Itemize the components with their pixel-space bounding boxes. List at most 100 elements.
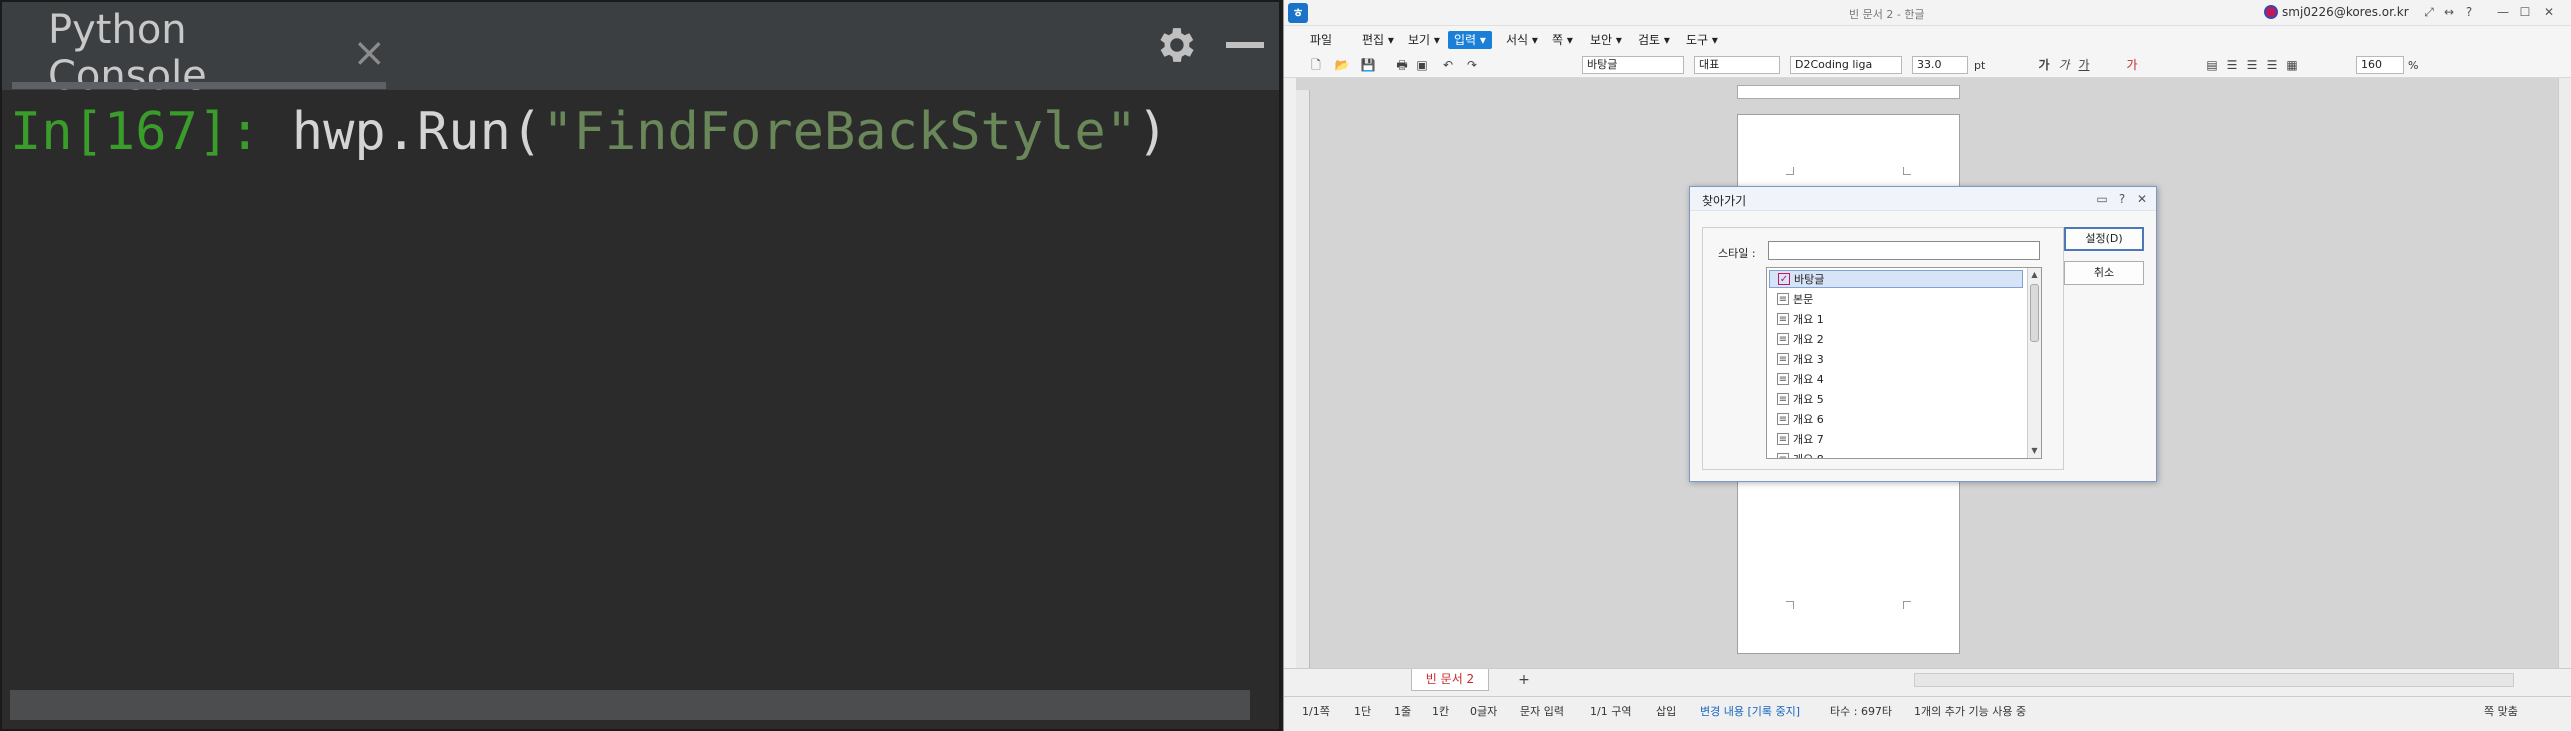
menu-insert[interactable]: 입력 ▾ bbox=[1448, 31, 1492, 49]
zoom-input[interactable]: 160 bbox=[2356, 56, 2404, 74]
toolbar: 🗋 📂 💾 🖶 ▣ ↶ ↷ 바탕글 대표 D2Coding liga 33.0 … bbox=[1284, 52, 2571, 78]
list-item[interactable]: ≡개요 8 bbox=[1769, 450, 2023, 458]
style-input[interactable] bbox=[1768, 241, 2040, 260]
menu-edit[interactable]: 편집 ▾ bbox=[1356, 31, 1400, 49]
comment-icon[interactable]: ▭ bbox=[2094, 191, 2110, 207]
style-label: 스타일 : bbox=[1718, 247, 1756, 260]
style-icon: ≡ bbox=[1777, 433, 1789, 445]
font-select[interactable]: D2Coding liga bbox=[1790, 56, 1902, 74]
help-icon[interactable]: ? bbox=[2462, 5, 2476, 19]
zoom-unit: % bbox=[2408, 59, 2419, 72]
status-page[interactable]: 1/1쪽 bbox=[1302, 703, 1330, 719]
console-output[interactable]: In[167]: hwp.Run("FindForeBackStyle") bbox=[2, 90, 1279, 690]
style-icon: ≡ bbox=[1777, 293, 1789, 305]
cancel-button[interactable]: 취소 bbox=[2064, 261, 2144, 285]
menu-review[interactable]: 검토 ▾ bbox=[1632, 31, 1676, 49]
redo-icon[interactable]: ↷ bbox=[1464, 57, 1480, 73]
status-chars: 0글자 bbox=[1470, 705, 1498, 718]
list-item[interactable]: ≡ 개요 5 bbox=[1769, 390, 2023, 408]
vertical-scrollbar[interactable] bbox=[2558, 78, 2571, 670]
horizontal-scrollbar[interactable] bbox=[10, 690, 1250, 720]
scroll-up-icon[interactable]: ▲ bbox=[2028, 268, 2041, 282]
maximize-button[interactable]: ☐ bbox=[2518, 5, 2532, 19]
list-item[interactable]: ≡ 개요 4 bbox=[1769, 370, 2023, 388]
language-select[interactable]: 대표 bbox=[1694, 56, 1780, 74]
preview-icon[interactable]: ▣ bbox=[1414, 57, 1430, 73]
menu-tools[interactable]: 도구 ▾ bbox=[1680, 31, 1724, 49]
list-item[interactable]: ≡ 개요 1 bbox=[1769, 310, 2023, 328]
fullscreen-icon[interactable]: ⤢ bbox=[2422, 5, 2436, 19]
console-code-suffix: ) bbox=[1137, 102, 1169, 162]
set-button[interactable]: 설정(D) bbox=[2064, 227, 2144, 251]
font-color-icon[interactable]: 가 bbox=[2124, 57, 2140, 73]
console-input-line: In[167]: hwp.Run("FindForeBackStyle") bbox=[10, 102, 1168, 162]
vertical-ruler bbox=[1296, 90, 1310, 670]
list-item[interactable]: ✓ 바탕글 bbox=[1769, 270, 2023, 288]
menu-format[interactable]: 서식 ▾ bbox=[1500, 31, 1544, 49]
align-justify-icon[interactable]: ▤ bbox=[2204, 57, 2220, 73]
list-scrollbar[interactable]: ▲ ▼ bbox=[2027, 268, 2041, 458]
help-icon[interactable]: ? bbox=[2114, 191, 2130, 207]
gear-icon[interactable] bbox=[1152, 22, 1198, 68]
scroll-thumb[interactable] bbox=[2030, 284, 2039, 342]
underline-icon[interactable]: 가 bbox=[2076, 57, 2092, 73]
new-document-icon[interactable]: 🗋 bbox=[1308, 57, 1324, 73]
status-insert[interactable]: 삽입 bbox=[1656, 703, 1676, 719]
horizontal-ruler bbox=[1737, 85, 1960, 99]
status-track-changes[interactable]: 변경 내용 [기록 중지] bbox=[1700, 703, 1800, 719]
status-column: 1단 bbox=[1354, 705, 1372, 718]
console-code-string: "FindForeBackStyle" bbox=[542, 102, 1138, 162]
python-console-panel: Python Console × In[167]: hwp.Run("FindF… bbox=[0, 0, 1281, 731]
tab-document[interactable]: 빈 문서 2 bbox=[1411, 669, 1489, 691]
hwp-logo-icon[interactable]: ㅎ bbox=[1288, 3, 1308, 23]
add-tab-icon[interactable]: + bbox=[1514, 671, 1534, 689]
distribute-icon[interactable]: ▦ bbox=[2284, 57, 2300, 73]
minimize-icon[interactable] bbox=[1226, 42, 1264, 48]
list-item[interactable]: ≡ 개요 2 bbox=[1769, 330, 2023, 348]
margin-corner bbox=[1903, 601, 1911, 609]
status-line: 1줄 bbox=[1394, 705, 1412, 718]
italic-icon[interactable]: 가 bbox=[2056, 57, 2072, 73]
style-select[interactable]: 바탕글 bbox=[1582, 56, 1684, 74]
active-tab-indicator bbox=[12, 82, 386, 89]
user-email: smj0226@kores.or.kr bbox=[2282, 5, 2409, 19]
scroll-down-icon[interactable]: ▼ bbox=[2028, 444, 2041, 458]
bold-icon[interactable]: 가 bbox=[2036, 57, 2052, 73]
open-folder-icon[interactable]: 📂 bbox=[1334, 57, 1350, 73]
font-size-input[interactable]: 33.0 bbox=[1912, 56, 1968, 74]
status-zoom-fit[interactable]: 쪽 맞춤 bbox=[2484, 703, 2518, 719]
dialog-title-bar[interactable]: 찾아가기 ▭ ? ✕ bbox=[1690, 187, 2156, 211]
align-right-icon[interactable]: ☰ bbox=[2264, 57, 2280, 73]
list-item[interactable]: ≡ 개요 7 bbox=[1769, 430, 2023, 448]
status-addons[interactable]: 1개의 추가 기능 사용 중 bbox=[1914, 703, 2026, 719]
width-icon[interactable]: ↔ bbox=[2442, 5, 2456, 19]
style-icon: ≡ bbox=[1777, 313, 1789, 325]
user-account[interactable]: smj0226@kores.or.kr bbox=[2264, 5, 2409, 19]
style-icon: ≡ bbox=[1777, 373, 1789, 385]
status-cell: 1칸 bbox=[1432, 705, 1450, 718]
margin-corner bbox=[1786, 601, 1794, 609]
tab-python-console[interactable]: Python Console × bbox=[12, 7, 386, 99]
save-icon[interactable]: 💾 bbox=[1360, 57, 1376, 73]
list-item[interactable]: ≡ 본문 bbox=[1769, 290, 2023, 308]
style-list[interactable]: ✓ 바탕글 ≡ 본문 ≡ 개요 1 ≡ 개요 2 ≡ 개요 3 ≡ 개요 4 ≡ 개요 5 ≡… bbox=[1766, 267, 2042, 459]
align-center-icon[interactable]: ☰ bbox=[2244, 57, 2260, 73]
menu-view[interactable]: 보기 ▾ bbox=[1402, 31, 1446, 49]
close-icon[interactable]: ✕ bbox=[2134, 191, 2150, 207]
align-left-icon[interactable]: ☰ bbox=[2224, 57, 2240, 73]
list-item[interactable]: ≡ 개요 6 bbox=[1769, 410, 2023, 428]
close-icon[interactable]: × bbox=[352, 30, 386, 76]
margin-corner bbox=[1903, 167, 1911, 175]
undo-icon[interactable]: ↶ bbox=[1440, 57, 1456, 73]
minimize-button[interactable]: — bbox=[2496, 5, 2510, 19]
document-tab-bar: 빈 문서 2 + bbox=[1284, 668, 2571, 692]
menu-security[interactable]: 보안 ▾ bbox=[1584, 31, 1628, 49]
print-icon[interactable]: 🖶 bbox=[1394, 57, 1410, 73]
menu-page[interactable]: 쪽 ▾ bbox=[1546, 31, 1579, 49]
console-tab-bar: Python Console × bbox=[2, 2, 1279, 99]
menu-file[interactable]: 파일 bbox=[1304, 31, 1338, 49]
horizontal-scrollbar[interactable] bbox=[1914, 673, 2514, 687]
list-item[interactable]: ≡ 개요 3 bbox=[1769, 350, 2023, 368]
close-button[interactable]: ✕ bbox=[2542, 5, 2556, 19]
title-bar: ㅎ 빈 문서 2 - 한글 smj0226@kores.or.kr ⤢ ↔ ? … bbox=[1284, 0, 2571, 26]
